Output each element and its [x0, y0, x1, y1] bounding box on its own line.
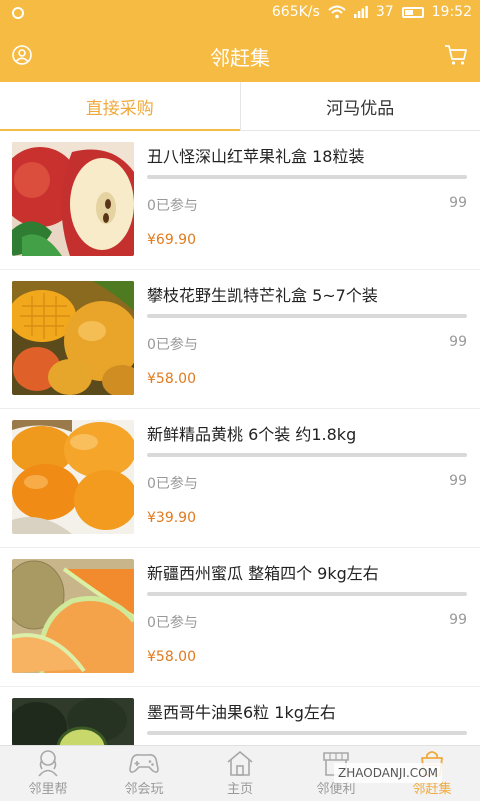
progress-bar	[147, 592, 467, 596]
product-price: ¥58.00	[147, 371, 196, 387]
battery-icon	[402, 7, 424, 18]
stock-count: 99	[449, 612, 467, 628]
stock-count: 99	[449, 334, 467, 350]
product-image-melon	[12, 559, 134, 673]
signal-icon	[354, 6, 368, 18]
signal-value: 37	[376, 4, 394, 20]
product-item[interactable]: 新疆西州蜜瓜 整箱四个 9kg左右 0已参与 99 ¥58.00	[0, 548, 480, 687]
progress-bar	[147, 175, 467, 179]
page-title: 邻赶集	[0, 42, 480, 71]
product-item[interactable]: 攀枝花野生凯特芒礼盒 5~7个装 0已参与 99 ¥58.00	[0, 270, 480, 409]
notification-icon	[12, 7, 24, 19]
product-item[interactable]: 墨西哥牛油果6粒 1kg左右	[0, 687, 480, 745]
gamepad-icon	[128, 749, 160, 777]
wifi-icon	[328, 5, 346, 19]
network-speed: 665K/s	[272, 4, 320, 20]
product-image-apple	[12, 142, 134, 256]
product-item[interactable]: 新鲜精品黄桃 6个装 约1.8kg 0已参与 99 ¥39.90	[0, 409, 480, 548]
progress-bar	[147, 453, 467, 457]
joined-count: 0已参与	[147, 195, 198, 215]
clock: 19:52	[432, 4, 472, 20]
neighbor-icon	[33, 749, 63, 777]
joined-count: 0已参与	[147, 473, 198, 493]
home-icon	[225, 749, 255, 777]
cart-icon[interactable]	[444, 44, 468, 66]
product-item[interactable]: 丑八怪深山红苹果礼盒 18粒装 0已参与 99 ¥69.90	[0, 131, 480, 270]
progress-bar	[147, 314, 467, 318]
bottom-nav-label: 邻里帮	[28, 778, 67, 797]
bottom-nav-label: 主页	[227, 778, 253, 797]
product-name: 新疆西州蜜瓜 整箱四个 9kg左右	[147, 560, 379, 584]
product-image-peach	[12, 420, 134, 534]
product-list: 丑八怪深山红苹果礼盒 18粒装 0已参与 99 ¥69.90	[0, 131, 480, 745]
product-image-avocado	[12, 698, 134, 745]
watermark: ZHAODANJI.COM	[334, 763, 442, 783]
product-name: 攀枝花野生凯特芒礼盒 5~7个装	[147, 282, 378, 306]
stock-count: 99	[449, 473, 467, 489]
progress-bar	[147, 731, 467, 735]
product-price: ¥39.90	[147, 510, 196, 526]
tab-hema-youpin[interactable]: 河马优品	[240, 82, 480, 130]
product-name: 新鲜精品黄桃 6个装 约1.8kg	[147, 421, 356, 445]
joined-count: 0已参与	[147, 612, 198, 632]
bottom-nav-label: 邻会玩	[124, 778, 163, 797]
bottom-nav-neighbor[interactable]: 邻里帮	[0, 746, 96, 801]
product-name: 丑八怪深山红苹果礼盒 18粒装	[147, 143, 364, 167]
joined-count: 0已参与	[147, 334, 198, 354]
product-name: 墨西哥牛油果6粒 1kg左右	[147, 699, 336, 723]
category-tabs: 直接采购 河马优品	[0, 82, 480, 131]
product-image-mango	[12, 281, 134, 395]
tab-direct-purchase[interactable]: 直接采购	[0, 82, 240, 130]
bottom-nav-play[interactable]: 邻会玩	[96, 746, 192, 801]
top-nav: 邻赶集	[0, 28, 480, 82]
product-price: ¥58.00	[147, 649, 196, 665]
bottom-nav-home[interactable]: 主页	[192, 746, 288, 801]
status-right: 665K/s 37 19:52	[272, 4, 472, 20]
status-bar: 665K/s 37 19:52	[0, 0, 480, 28]
product-price: ¥69.90	[147, 232, 196, 248]
stock-count: 99	[449, 195, 467, 211]
